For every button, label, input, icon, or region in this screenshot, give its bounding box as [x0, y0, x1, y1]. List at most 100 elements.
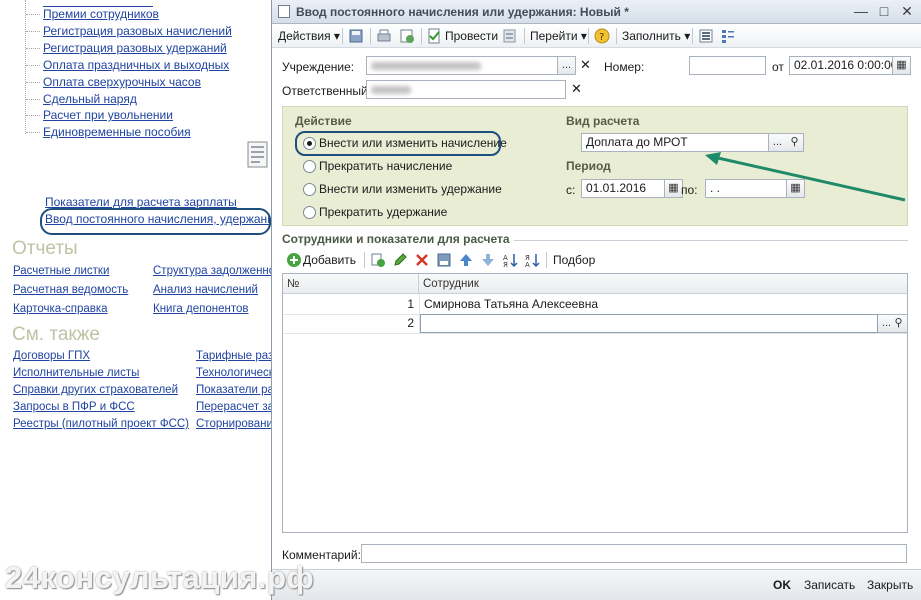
radio-add-deduction-label[interactable]: Внести или изменить удержание	[319, 182, 502, 196]
period-to-label: по:	[681, 183, 698, 197]
post-button[interactable]: Провести	[445, 27, 498, 45]
link-payroll-statement[interactable]: Расчетная ведомость	[13, 284, 128, 296]
link-debt-structure[interactable]: Структура задолженности	[153, 265, 272, 277]
link-gph-contracts[interactable]: Договоры ГПХ	[13, 350, 90, 362]
goto-menu-button[interactable]: Перейти ▾	[530, 27, 587, 45]
minimize-icon[interactable]: —	[852, 3, 870, 20]
close-button[interactable]: Закрыть	[867, 578, 913, 592]
link-technological[interactable]: Технологические	[196, 367, 272, 379]
watermark: 24консультация.рф	[5, 560, 315, 595]
ok-button[interactable]: OK	[773, 578, 791, 592]
link-reversal[interactable]: Сторнирование	[196, 418, 272, 430]
radio-add-deduction[interactable]	[303, 183, 316, 196]
link-accrual-analysis[interactable]: Анализ начислений	[153, 284, 258, 296]
refresh-icon[interactable]	[399, 28, 415, 44]
svg-text:?: ?	[599, 32, 604, 43]
toolbar-separator	[692, 28, 693, 44]
tree-link-bonuses[interactable]: Премии сотрудников	[43, 7, 159, 21]
registers-icon[interactable]	[502, 28, 518, 44]
link-pfr-fss-requests[interactable]: Запросы в ПФР и ФСС	[13, 401, 135, 413]
toolbar-separator	[524, 28, 525, 44]
link-salary-indicators[interactable]: Показатели для расчета зарплаты	[45, 195, 237, 209]
table-toolbar: Добавить AЯ ЯA Подбор	[282, 248, 908, 272]
link-calc-indicators[interactable]: Показатели расчета	[196, 384, 272, 396]
document-icon[interactable]	[247, 141, 269, 169]
actions-menu-button[interactable]: Действия ▾	[278, 27, 340, 45]
table-row-employee[interactable]: Смирнова Татьяна Алексеевна	[424, 295, 904, 314]
link-writs[interactable]: Исполнительные листы	[13, 367, 139, 379]
fill-menu-button[interactable]: Заполнить ▾	[622, 27, 690, 45]
sort-ascending-icon[interactable]: AЯ	[502, 252, 518, 268]
employee-cell-editor[interactable]	[420, 314, 878, 333]
column-divider	[419, 294, 420, 334]
link-deposit-book[interactable]: Книга депонентов	[153, 303, 248, 315]
post-document-icon[interactable]	[426, 28, 442, 44]
move-up-icon[interactable]	[458, 252, 474, 268]
edit-icon[interactable]	[392, 252, 408, 268]
pick-button[interactable]: Подбор	[553, 251, 595, 269]
select-ellipsis-button[interactable]: ...	[558, 56, 576, 75]
move-down-icon[interactable]	[480, 252, 496, 268]
tree-link-piecework[interactable]: Сдельный наряд	[43, 92, 137, 106]
action-group-title: Действие	[295, 114, 352, 128]
date-from-label: от	[772, 60, 784, 74]
radio-stop-deduction[interactable]	[303, 206, 316, 219]
structure-icon[interactable]	[720, 28, 736, 44]
add-icon[interactable]	[286, 252, 302, 268]
link-payslips[interactable]: Расчетные листки	[13, 265, 109, 277]
delete-icon[interactable]	[414, 252, 430, 268]
help-icon[interactable]: ?	[594, 28, 610, 44]
link-tariff-grades[interactable]: Тарифные разряды	[196, 350, 272, 362]
tree-branch	[26, 132, 40, 133]
period-from-label: с:	[566, 183, 576, 197]
maximize-icon[interactable]: □	[875, 3, 893, 20]
print-icon[interactable]	[376, 28, 392, 44]
clear-icon[interactable]: ✕	[580, 57, 591, 73]
end-edit-icon[interactable]	[436, 252, 452, 268]
tree-link-one-time-deductions[interactable]: Регистрация разовых удержаний	[43, 41, 227, 55]
responsible-field[interactable]	[366, 80, 566, 99]
see-also-heading: См. также	[12, 324, 100, 345]
calc-type-title: Вид расчета	[566, 114, 640, 128]
sort-descending-icon[interactable]: ЯA	[524, 252, 540, 268]
link-other-insurers[interactable]: Справки других страхователей	[13, 384, 178, 396]
tree-link-holiday-pay[interactable]: Оплата праздничных и выходных	[43, 58, 229, 72]
search-icon[interactable]: ⚲	[890, 314, 908, 333]
radio-stop-accrual[interactable]	[303, 160, 316, 173]
save-button[interactable]: Записать	[804, 578, 855, 592]
tree-link-dismissal[interactable]: Расчет при увольнении	[43, 108, 173, 122]
highlight-oval-annotation	[295, 131, 501, 156]
dialog-button-bar: OK Записать Закрыть	[272, 569, 921, 600]
copy-row-icon[interactable]	[370, 252, 386, 268]
column-header-employee[interactable]: Сотрудник	[419, 274, 907, 294]
table-row-number[interactable]: 1	[283, 295, 414, 314]
tree-branch	[26, 115, 40, 116]
dialog-titlebar[interactable]: Ввод постоянного начисления или удержани…	[272, 0, 921, 24]
comment-field[interactable]	[361, 544, 907, 563]
list-view-icon[interactable]	[698, 28, 714, 44]
reports-heading: Отчеты	[12, 238, 78, 259]
column-header-number[interactable]: №	[283, 274, 419, 294]
tree-link-overtime-pay[interactable]: Оплата сверхурочных часов	[43, 75, 201, 89]
save-icon[interactable]	[348, 28, 364, 44]
period-from-field[interactable]: 01.01.2016	[581, 179, 665, 198]
svg-text:A: A	[525, 261, 530, 268]
dialog-title: Ввод постоянного начисления или удержани…	[296, 5, 629, 19]
close-icon[interactable]: ✕	[898, 3, 916, 20]
radio-stop-deduction-label[interactable]: Прекратить удержание	[319, 205, 447, 219]
tree-link-one-time-accruals[interactable]: Регистрация разовых начислений	[43, 24, 232, 38]
add-row-button[interactable]: Добавить	[303, 251, 356, 269]
link-recalculation[interactable]: Перерасчет зарплаты	[196, 401, 272, 413]
document-date-field[interactable]: 02.01.2016 0:00:00	[789, 56, 893, 75]
link-fss-registers[interactable]: Реестры (пилотный проект ФСС)	[13, 418, 189, 430]
institution-field[interactable]	[366, 56, 558, 75]
table-row-number[interactable]: 2	[283, 314, 414, 333]
calendar-icon[interactable]: ▦	[893, 56, 911, 75]
radio-stop-accrual-label[interactable]: Прекратить начисление	[319, 159, 452, 173]
link-record-card[interactable]: Карточка-справка	[13, 303, 108, 315]
tree-branch	[26, 48, 40, 49]
number-field[interactable]	[689, 56, 766, 75]
tree-branch	[26, 65, 40, 66]
tree-link-lump-sum-benefits[interactable]: Единовременные пособия	[43, 125, 191, 139]
clear-icon[interactable]: ✕	[571, 81, 582, 97]
